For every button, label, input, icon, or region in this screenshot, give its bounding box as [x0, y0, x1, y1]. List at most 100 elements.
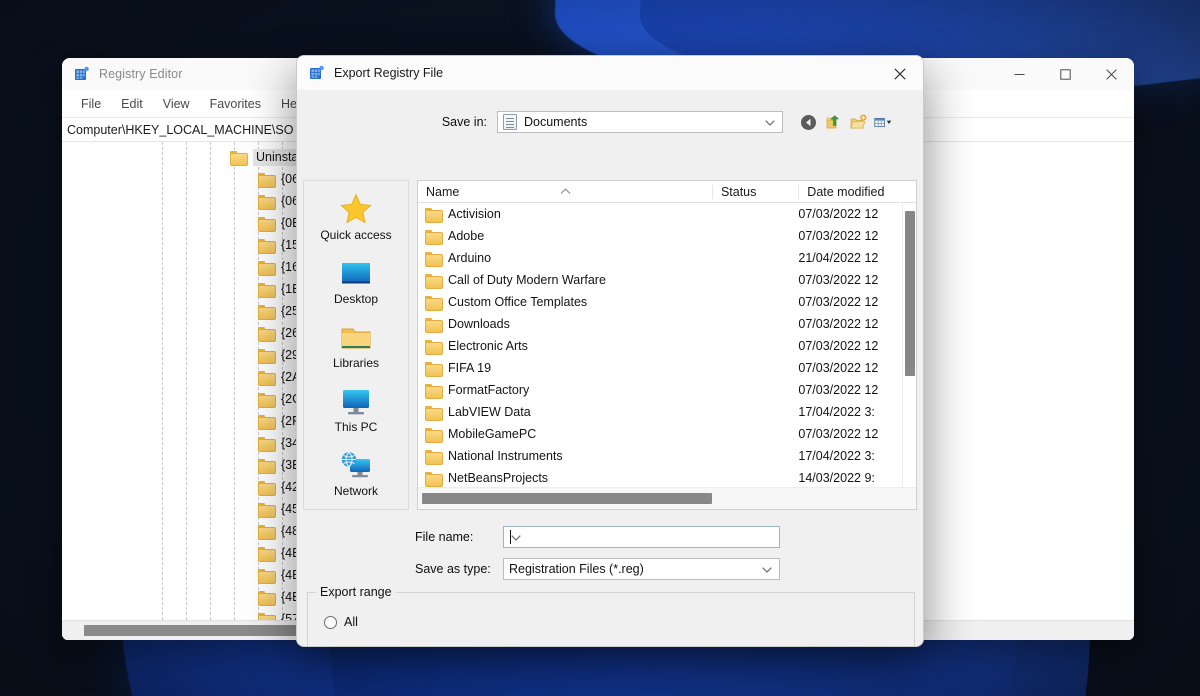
export-range-group: Export range All Selected branch HKEY_LO…	[307, 592, 915, 647]
folder-icon	[425, 361, 442, 375]
folder-icon	[258, 590, 275, 604]
file-list-row[interactable]: Arduino21/04/2022 12	[418, 247, 916, 269]
file-list-row[interactable]: LabVIEW Data17/04/2022 3:	[418, 401, 916, 423]
save-in-row: Save in: Documents	[297, 105, 923, 139]
radio-export-range-selected-branch[interactable]: Selected branch	[324, 645, 434, 647]
folder-icon	[258, 216, 275, 230]
save-in-combobox[interactable]: Documents	[497, 111, 783, 133]
file-row-name-text: Call of Duty Modern Warfare	[448, 273, 606, 287]
file-list-row[interactable]: National Instruments 17/04/2022 3:	[418, 445, 916, 467]
place-item-libraries[interactable]: Libraries	[307, 315, 405, 377]
folder-icon	[258, 348, 275, 362]
file-list-header[interactable]: Name Status Date modified	[418, 181, 916, 203]
dialog-titlebar[interactable]: Export Registry File	[297, 56, 923, 91]
menu-file[interactable]: File	[72, 94, 110, 114]
maximize-icon[interactable]	[1042, 58, 1088, 90]
place-item-this-pc[interactable]: This PC	[307, 379, 405, 441]
file-name-chevron-down-icon[interactable]	[511, 530, 521, 544]
file-row-date-modified: 07/03/2022 12	[798, 295, 916, 309]
dialog-main-area: Quick accessDesktop Libraries This PCNetwo…	[303, 180, 917, 510]
file-row-name-text: LabVIEW Data	[448, 405, 531, 419]
registry-editor-icon	[74, 66, 90, 82]
folder-icon	[258, 480, 275, 494]
up-one-level-icon[interactable]	[824, 113, 842, 131]
file-row-name: FIFA 19	[418, 361, 712, 375]
file-list-row[interactable]: FormatFactory07/03/2022 12	[418, 379, 916, 401]
dialog-toolbar[interactable]	[799, 113, 892, 131]
file-list-vertical-scrollbar[interactable]	[902, 203, 916, 487]
save-as-type-chevron-down-icon[interactable]	[762, 562, 772, 576]
file-row-name: Electronic Arts	[418, 339, 712, 353]
file-row-name: MobileGamePC	[418, 427, 712, 441]
registry-editor-title: Registry Editor	[99, 67, 182, 81]
folder-icon	[425, 251, 442, 265]
this-pc-icon	[339, 387, 373, 417]
file-row-name: Adobe	[418, 229, 712, 243]
save-as-type-row: Save as type: Registration Files (*.reg)	[303, 558, 780, 580]
column-header-status[interactable]: Status	[712, 185, 798, 199]
folder-icon	[258, 260, 275, 274]
save-as-type-combobox[interactable]: Registration Files (*.reg)	[503, 558, 780, 580]
folder-icon	[425, 295, 442, 309]
folder-icon	[258, 326, 275, 340]
places-bar[interactable]: Quick accessDesktop Libraries This PCNetwo…	[303, 180, 409, 510]
views-icon[interactable]	[874, 113, 892, 131]
column-header-date-modified[interactable]: Date modified	[798, 185, 916, 199]
file-list-row[interactable]: Electronic Arts07/03/2022 12	[418, 335, 916, 357]
dialog-close-icon[interactable]	[877, 56, 923, 91]
file-list-row[interactable]: Downloads07/03/2022 12	[418, 313, 916, 335]
file-list-vscroll-thumb[interactable]	[905, 211, 915, 376]
folder-icon	[425, 383, 442, 397]
folder-icon	[258, 414, 275, 428]
column-header-name[interactable]: Name	[418, 185, 712, 199]
new-folder-icon[interactable]	[849, 113, 867, 131]
file-row-name-text: MobileGamePC	[448, 427, 536, 441]
folder-icon	[425, 229, 442, 243]
back-icon[interactable]	[799, 113, 817, 131]
dialog-title: Export Registry File	[334, 66, 443, 80]
menu-view[interactable]: View	[154, 94, 199, 114]
folder-icon	[258, 546, 275, 560]
file-list-row[interactable]: NetBeansProjects14/03/2022 9:	[418, 467, 916, 487]
place-item-label: Libraries	[333, 356, 379, 370]
file-list-row[interactable]: Adobe07/03/2022 12	[418, 225, 916, 247]
file-list-row[interactable]: Custom Office Templates07/03/2022 12	[418, 291, 916, 313]
close-icon[interactable]	[1088, 58, 1134, 90]
file-list-hscroll-thumb[interactable]	[422, 493, 712, 504]
file-list-row[interactable]: MobileGamePC07/03/2022 12	[418, 423, 916, 445]
save-as-type-value: Registration Files (*.reg)	[509, 562, 644, 576]
folder-icon	[258, 436, 275, 450]
file-row-name: FormatFactory	[418, 383, 712, 397]
file-row-name: LabVIEW Data	[418, 405, 712, 419]
folder-icon	[258, 458, 275, 472]
registry-file-icon	[309, 65, 325, 81]
minimize-icon[interactable]	[996, 58, 1042, 90]
file-row-name-text: National Instruments	[448, 449, 563, 463]
file-list-horizontal-scrollbar[interactable]	[418, 487, 916, 509]
desktop-icon	[339, 259, 373, 289]
file-list-row[interactable]: Call of Duty Modern Warfare07/03/2022 12	[418, 269, 916, 291]
file-list[interactable]: Name Status Date modified Activision07/0…	[417, 180, 917, 510]
menu-favorites[interactable]: Favorites	[201, 94, 270, 114]
place-item-network[interactable]: Network	[307, 443, 405, 505]
file-list-rows[interactable]: Activision07/03/2022 12Adobe07/03/2022 1…	[418, 203, 916, 487]
place-item-quick-access[interactable]: Quick access	[307, 187, 405, 249]
documents-icon	[503, 114, 517, 130]
file-row-date-modified: 17/04/2022 3:	[798, 449, 916, 463]
file-name-input[interactable]	[503, 526, 780, 548]
radio-export-range-all[interactable]: All	[324, 615, 358, 629]
chevron-down-icon[interactable]	[765, 115, 775, 129]
menu-edit[interactable]: Edit	[112, 94, 152, 114]
radio-selected-branch-indicator[interactable]	[324, 646, 337, 648]
radio-all-indicator[interactable]	[324, 616, 337, 629]
file-list-row[interactable]: FIFA 19 07/03/2022 12	[418, 357, 916, 379]
file-list-row[interactable]: Activision07/03/2022 12	[418, 203, 916, 225]
folder-icon	[425, 207, 442, 221]
radio-all-label: All	[344, 615, 358, 629]
place-item-desktop[interactable]: Desktop	[307, 251, 405, 313]
file-row-name-text: Downloads	[448, 317, 510, 331]
file-row-date-modified: 07/03/2022 12	[798, 361, 916, 375]
file-row-name-text: NetBeansProjects	[448, 471, 548, 485]
export-registry-file-dialog[interactable]: Export Registry File Save in: Documents	[296, 55, 924, 647]
file-row-name: National Instruments	[418, 449, 712, 463]
